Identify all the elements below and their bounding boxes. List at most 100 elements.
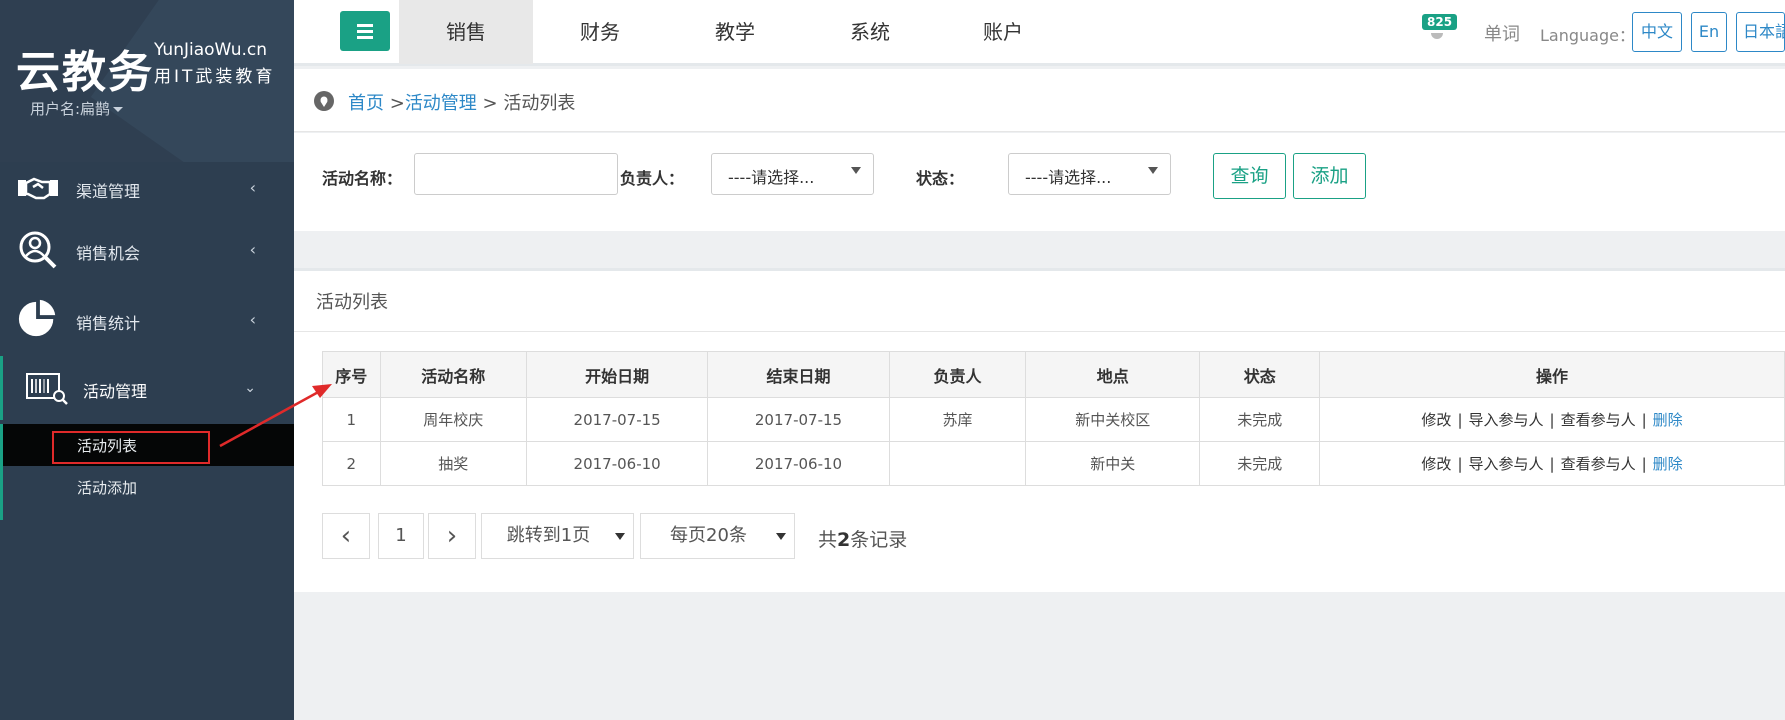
lang-ja-button[interactable]: 日本語 <box>1736 12 1785 52</box>
activity-name-input[interactable] <box>414 153 618 195</box>
jump-page-select[interactable]: 跳转到1页 <box>481 513 634 559</box>
total-records: 共2条记录 <box>818 525 907 552</box>
chevron-left-icon: ‹ <box>249 178 256 197</box>
prev-page-button[interactable]: ‹ <box>322 513 370 559</box>
total-count: 2 <box>837 529 851 551</box>
logo-slogan: 用IT武装教育 <box>154 67 276 87</box>
cell-no: 1 <box>322 397 381 442</box>
language-label: Language： <box>1540 26 1635 45</box>
delete-link[interactable]: 删除 <box>1653 411 1683 429</box>
column-header: 负责人 <box>888 351 1027 398</box>
import-participants-link[interactable]: 导入参与人 <box>1469 411 1544 429</box>
cell-name: 抽奖 <box>379 441 527 486</box>
view-participants-link[interactable]: 查看参与人 <box>1561 411 1636 429</box>
location-pin-icon <box>314 91 334 111</box>
import-participants-link[interactable]: 导入参与人 <box>1469 455 1544 473</box>
sidebar-item-label: 销售机会 <box>76 244 141 263</box>
tab-system[interactable]: 系统 <box>803 0 937 64</box>
chevron-down-icon: ⌄ <box>244 380 256 396</box>
add-button[interactable]: 添加 <box>1293 153 1366 199</box>
barcode-scan-icon <box>26 373 68 405</box>
total-prefix: 共 <box>818 529 838 551</box>
cell-end-date: 2017-07-15 <box>707 397 890 442</box>
sidebar: 云教务 YunJiaoWu.cn 用IT武装教育 用户名:扁鹊 渠道管理 ‹ 销… <box>0 0 294 720</box>
view-participants-link[interactable]: 查看参与人 <box>1561 455 1636 473</box>
table-row: 1 周年校庆 2017-07-15 2017-07-15 苏庠 新中关校区 未完… <box>322 397 1785 442</box>
sidebar-item-channel[interactable]: 渠道管理 ‹ <box>0 156 294 220</box>
tab-sales[interactable]: 销售 <box>399 0 533 64</box>
edit-link[interactable]: 修改 <box>1421 411 1451 429</box>
lang-zh-button[interactable]: 中文 <box>1632 12 1682 52</box>
menu-toggle-button[interactable] <box>340 11 390 51</box>
column-header: 结束日期 <box>707 351 890 398</box>
tab-account[interactable]: 账户 <box>936 0 1070 64</box>
breadcrumb-home-link[interactable]: 首页 <box>348 93 384 114</box>
breadcrumb: 首页 >活动管理 > 活动列表 <box>348 89 575 115</box>
cell-start-date: 2017-06-10 <box>525 441 709 486</box>
query-button[interactable]: 查询 <box>1213 153 1286 199</box>
chevron-left-icon: ‹ <box>249 240 256 259</box>
owner-label: 负责人： <box>620 169 685 188</box>
cell-start-date: 2017-07-15 <box>525 397 709 442</box>
status-select[interactable]: ----请选择... <box>1008 153 1171 195</box>
op-separator: | <box>1457 455 1463 473</box>
caret-down-icon <box>113 107 124 112</box>
panel-title: 活动列表 <box>316 292 388 313</box>
message-count-badge[interactable]: 825 <box>1422 14 1458 30</box>
words-link[interactable]: 单词 <box>1484 20 1520 46</box>
logo-en-text: YunJiaoWu.cn <box>154 40 268 60</box>
total-suffix: 条记录 <box>850 529 908 551</box>
user-name-label: 用户名:扁鹊 <box>30 100 111 118</box>
annotation-highlight-box <box>52 431 210 464</box>
cell-end-date: 2017-06-10 <box>707 441 890 486</box>
breadcrumb-activity-link[interactable]: 活动管理 <box>405 93 477 114</box>
cell-place: 新中关校区 <box>1025 397 1201 442</box>
activity-list-panel: 活动列表 序号 活动名称 开始日期 结束日期 负责人 地点 状态 操作 1 周年… <box>294 268 1785 592</box>
op-separator: | <box>1457 411 1463 429</box>
next-page-button[interactable]: › <box>428 513 476 559</box>
breadcrumb-separator: > <box>384 93 405 114</box>
activity-name-label: 活动名称： <box>322 169 403 188</box>
owner-select[interactable]: ----请选择... <box>711 153 874 195</box>
logo: 云教务 <box>16 47 154 98</box>
top-nav: 销售 财务 教学 系统 账户 825 单词 Language： 中文 En 日本… <box>294 0 1785 66</box>
op-separator: | <box>1641 455 1647 473</box>
user-menu[interactable]: 用户名:扁鹊 <box>30 98 124 119</box>
chevron-left-icon: ‹ <box>249 310 256 329</box>
column-header: 操作 <box>1319 351 1785 398</box>
table-header-row: 序号 活动名称 开始日期 结束日期 负责人 地点 状态 操作 <box>322 351 1785 398</box>
sidebar-item-sales-stats[interactable]: 销售统计 ‹ <box>0 288 294 352</box>
delete-link[interactable]: 删除 <box>1653 455 1683 473</box>
breadcrumb-separator: > <box>476 93 504 114</box>
cell-name: 周年校庆 <box>379 397 527 442</box>
status-label: 状态： <box>916 169 965 188</box>
tab-teaching[interactable]: 教学 <box>668 0 802 64</box>
message-icon[interactable] <box>1431 33 1443 39</box>
activity-table: 序号 活动名称 开始日期 结束日期 负责人 地点 状态 操作 1 周年校庆 20… <box>322 351 1785 486</box>
person-search-icon <box>19 231 57 269</box>
table-row: 2 抽奖 2017-06-10 2017-06-10 新中关 未完成 修改 | 导入… <box>322 441 1785 486</box>
cell-operations: 修改 | 导入参与人 | 查看参与人 | 删除 <box>1319 397 1785 442</box>
per-page-select[interactable]: 每页20条 <box>640 513 795 559</box>
submenu-item-activity-add[interactable]: 活动添加 <box>3 466 294 508</box>
cell-no: 2 <box>322 441 381 486</box>
cell-place: 新中关 <box>1025 441 1201 486</box>
page-number-button[interactable]: 1 <box>378 513 424 559</box>
sidebar-item-label: 销售统计 <box>76 314 141 333</box>
breadcrumb-current: 活动列表 <box>503 93 576 114</box>
op-separator: | <box>1641 411 1647 429</box>
tab-finance[interactable]: 财务 <box>533 0 667 64</box>
sidebar-item-activity-management[interactable]: 活动管理 ⌄ <box>0 356 294 420</box>
lang-en-button[interactable]: En <box>1691 12 1727 52</box>
logo-area: 云教务 YunJiaoWu.cn 用IT武装教育 用户名:扁鹊 <box>0 0 294 162</box>
breadcrumb-bar: 首页 >活动管理 > 活动列表 <box>294 69 1785 132</box>
edit-link[interactable]: 修改 <box>1421 455 1451 473</box>
column-header: 地点 <box>1025 351 1201 398</box>
submenu-item-label: 活动添加 <box>77 479 138 497</box>
sidebar-item-sales-opportunity[interactable]: 销售机会 ‹ <box>0 218 294 282</box>
cell-operations: 修改 | 导入参与人 | 查看参与人 | 删除 <box>1319 441 1785 486</box>
sidebar-item-label: 活动管理 <box>83 382 148 401</box>
cell-owner: 苏庠 <box>888 397 1027 442</box>
cell-status: 未完成 <box>1199 397 1321 442</box>
op-separator: | <box>1549 411 1555 429</box>
